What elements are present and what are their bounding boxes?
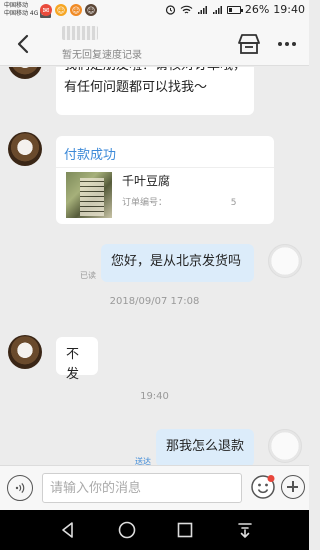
message-text: 我们是朋友啦！请核对订单哦，有任何问题都可以找我～ xyxy=(64,67,246,95)
wifi-icon xyxy=(180,5,193,13)
card-title: 付款成功 xyxy=(64,148,117,163)
dot-icon xyxy=(292,42,296,46)
own-avatar[interactable] xyxy=(268,244,302,278)
input-bar xyxy=(0,465,309,510)
product-thumbnail xyxy=(66,172,112,218)
nav-home-button[interactable] xyxy=(117,520,137,540)
timestamp: 2018/09/07 17:08 xyxy=(109,296,200,307)
emoji-icon xyxy=(251,475,275,499)
message-text: 那我怎么退款 xyxy=(166,439,245,454)
app-notification-icon: ✉ xyxy=(40,4,52,16)
order-number-digit: 5 xyxy=(230,198,237,208)
signal-icon xyxy=(197,5,207,14)
nav-back-button[interactable] xyxy=(58,520,78,540)
square-recents-icon xyxy=(177,522,193,538)
own-message-bubble[interactable]: 那我怎么退款 xyxy=(156,429,254,465)
voice-button[interactable] xyxy=(7,475,33,501)
pull-down-icon xyxy=(238,523,252,538)
shop-button[interactable] xyxy=(236,32,262,56)
nav-notification-button[interactable] xyxy=(235,520,255,540)
dot-icon xyxy=(278,42,282,46)
order-label: 订单编号： xyxy=(122,198,168,208)
more-tools-button[interactable] xyxy=(281,475,305,499)
timestamp: 19:40 xyxy=(140,391,169,402)
carrier-2: 中国移动 4G xyxy=(4,10,39,17)
message-text: 不发 xyxy=(66,347,80,382)
emoji-button[interactable] xyxy=(250,474,276,500)
back-button[interactable] xyxy=(12,32,36,56)
chat-area[interactable]: 我们是朋友啦！请核对订单哦，有任何问题都可以找我～ 付款成功 千叶豆腐 订单编号… xyxy=(0,67,309,465)
message-bubble[interactable]: 我们是朋友啦！请核对订单哦，有任何问题都可以找我～ xyxy=(56,67,254,115)
delivery-receipt: 送达 xyxy=(135,457,151,465)
app-notification-icon: ☺ xyxy=(55,4,67,16)
message-input[interactable] xyxy=(42,473,242,503)
own-avatar[interactable] xyxy=(268,429,302,463)
own-message-bubble[interactable]: 您好，是从北京发货吗 xyxy=(101,244,254,282)
system-icons: 26% 19:40 xyxy=(165,3,305,16)
chat-header: 暂无回复速度记录 xyxy=(0,22,309,66)
read-receipt: 已读 xyxy=(80,271,96,280)
notification-icons: ✉ ☺ ☺ ☺ xyxy=(40,4,97,16)
reply-speed-status: 暂无回复速度记录 xyxy=(62,50,142,61)
seller-avatar[interactable] xyxy=(8,132,42,166)
seller-avatar[interactable] xyxy=(8,335,42,369)
order-number: 订单编号： 5 xyxy=(122,195,237,208)
battery-icon xyxy=(226,5,243,14)
navigation-bar xyxy=(0,510,309,550)
message-text: 您好，是从北京发货吗 xyxy=(111,254,242,269)
contact-name-redacted xyxy=(62,26,98,40)
circle-home-icon xyxy=(118,521,136,539)
triangle-back-icon xyxy=(62,522,73,538)
signal-icon xyxy=(212,5,222,14)
card-divider xyxy=(56,167,274,168)
dot-icon xyxy=(285,42,289,46)
clock: 19:40 xyxy=(273,3,305,16)
more-options-button[interactable] xyxy=(274,32,300,56)
app-notification-icon: ☺ xyxy=(70,4,82,16)
back-arrow-icon xyxy=(17,34,29,54)
voice-icon xyxy=(15,482,25,494)
app-notification-icon: ☺ xyxy=(85,4,97,16)
product-name: 千叶豆腐 xyxy=(122,174,171,188)
order-number-redacted xyxy=(169,197,228,205)
shop-icon xyxy=(238,34,260,54)
seller-avatar[interactable] xyxy=(8,67,42,79)
payment-card[interactable]: 付款成功 千叶豆腐 订单编号： 5 xyxy=(56,136,274,224)
alarm-icon xyxy=(165,5,175,15)
status-bar: 中国移动 中国移动 4G LTE ✉ ☺ ☺ ☺ 26% 19:40 xyxy=(0,0,309,22)
message-bubble[interactable]: 不发 xyxy=(56,337,98,382)
battery-percent: 26% xyxy=(244,3,270,16)
nav-recents-button[interactable] xyxy=(175,520,195,540)
